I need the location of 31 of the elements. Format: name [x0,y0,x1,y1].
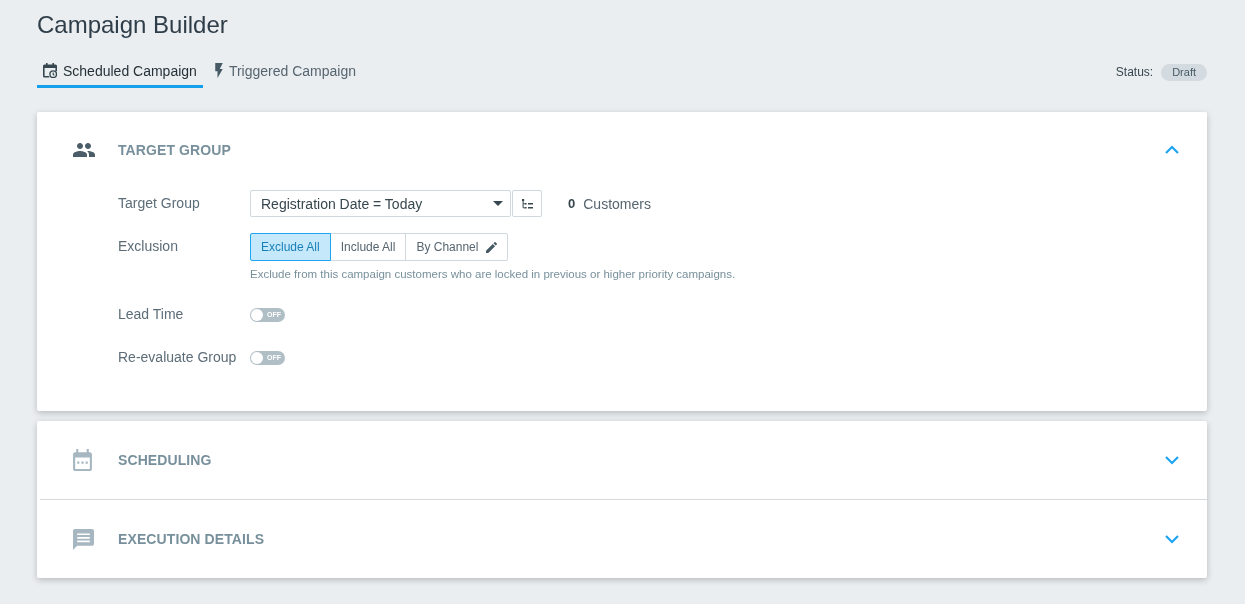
segment-button[interactable]: Exclude All [250,233,331,261]
status-badge: Draft [1161,63,1207,81]
target-group-select[interactable]: Registration Date = Today [250,190,511,217]
pencil-icon [486,241,498,253]
people-icon [73,143,95,157]
calendar-clock-icon [43,63,57,78]
section-title[interactable]: EXECUTION DETAILS [118,531,265,547]
customer-count: 0 [568,196,576,211]
page-title: Campaign Builder [37,10,228,39]
message-icon [73,528,94,550]
hint-text: Exclude from this campaign customers who are locked in previous or higher priority campaigns. [250,268,736,280]
status-label: Status: [1115,65,1154,79]
caret-down-icon [493,201,503,206]
hierarchy-icon [521,198,533,209]
field-label: Target Group [118,194,201,213]
tab[interactable]: Scheduled Campaign [37,56,203,88]
chevron-down-icon[interactable] [1165,534,1179,544]
tab[interactable]: Triggered Campaign [208,56,362,88]
section-title[interactable]: TARGET GROUP [118,142,231,158]
hierarchy-button[interactable] [512,190,542,217]
field-label: Re-evaluate Group [118,348,238,367]
customer-count-label: Customers [583,195,651,212]
section-title[interactable]: SCHEDULING [118,452,212,468]
calendar-icon [73,449,92,471]
chevron-up-icon[interactable] [1165,145,1179,155]
chevron-down-icon[interactable] [1165,455,1179,465]
segment-button[interactable]: Include All [329,233,407,261]
lightning-bolt-icon [214,63,223,78]
field-label: Lead Time [118,305,185,324]
segment-button[interactable]: By Channel [405,233,509,261]
field-label: Exclusion [118,237,179,256]
